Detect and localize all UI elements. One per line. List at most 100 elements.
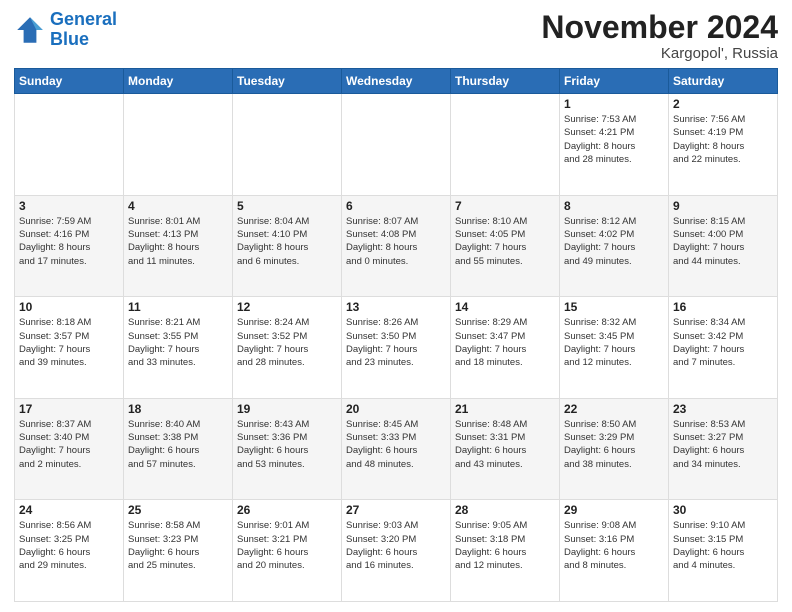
day-number: 9 (673, 199, 773, 213)
calendar-cell: 8 Sunrise: 8:12 AMSunset: 4:02 PMDaylight… (560, 195, 669, 297)
day-info: Sunrise: 9:05 AMSunset: 3:18 PMDaylight:… (455, 519, 555, 572)
day-info: Sunrise: 8:18 AMSunset: 3:57 PMDaylight:… (19, 316, 119, 369)
day-number: 1 (564, 97, 664, 111)
weekday-row: Sunday Monday Tuesday Wednesday Thursday… (15, 69, 778, 94)
calendar-cell: 17 Sunrise: 8:37 AMSunset: 3:40 PMDayligh… (15, 398, 124, 500)
day-number: 15 (564, 300, 664, 314)
calendar-cell: 4 Sunrise: 8:01 AMSunset: 4:13 PMDaylight… (124, 195, 233, 297)
calendar-cell: 25 Sunrise: 8:58 AMSunset: 3:23 PMDayligh… (124, 500, 233, 602)
day-info: Sunrise: 8:04 AMSunset: 4:10 PMDaylight:… (237, 215, 337, 268)
calendar-cell: 27 Sunrise: 9:03 AMSunset: 3:20 PMDayligh… (342, 500, 451, 602)
day-info: Sunrise: 8:12 AMSunset: 4:02 PMDaylight:… (564, 215, 664, 268)
day-number: 30 (673, 503, 773, 517)
calendar-header: Sunday Monday Tuesday Wednesday Thursday… (15, 69, 778, 94)
day-info: Sunrise: 8:58 AMSunset: 3:23 PMDaylight:… (128, 519, 228, 572)
day-info: Sunrise: 8:01 AMSunset: 4:13 PMDaylight:… (128, 215, 228, 268)
day-number: 6 (346, 199, 446, 213)
calendar-cell: 2Sunrise: 7:56 AMSunset: 4:19 PMDaylight… (669, 94, 778, 196)
calendar-body: 1Sunrise: 7:53 AMSunset: 4:21 PMDaylight… (15, 94, 778, 602)
day-info: Sunrise: 8:56 AMSunset: 3:25 PMDaylight:… (19, 519, 119, 572)
day-info: Sunrise: 9:08 AMSunset: 3:16 PMDaylight:… (564, 519, 664, 572)
calendar-cell: 29 Sunrise: 9:08 AMSunset: 3:16 PMDayligh… (560, 500, 669, 602)
logo-line2: Blue (50, 29, 89, 49)
calendar-cell: 10 Sunrise: 8:18 AMSunset: 3:57 PMDayligh… (15, 297, 124, 399)
calendar-cell: 6 Sunrise: 8:07 AMSunset: 4:08 PMDaylight… (342, 195, 451, 297)
calendar-cell: 30 Sunrise: 9:10 AMSunset: 3:15 PMDayligh… (669, 500, 778, 602)
calendar-cell: 23 Sunrise: 8:53 AMSunset: 3:27 PMDayligh… (669, 398, 778, 500)
calendar-table: Sunday Monday Tuesday Wednesday Thursday… (14, 68, 778, 602)
calendar-cell (233, 94, 342, 196)
col-wednesday: Wednesday (342, 69, 451, 94)
col-saturday: Saturday (669, 69, 778, 94)
day-info: Sunrise: 8:29 AMSunset: 3:47 PMDaylight:… (455, 316, 555, 369)
day-number: 11 (128, 300, 228, 314)
day-number: 25 (128, 503, 228, 517)
logo-text: General Blue (50, 10, 117, 50)
day-number: 14 (455, 300, 555, 314)
day-info: Sunrise: 8:26 AMSunset: 3:50 PMDaylight:… (346, 316, 446, 369)
page: General Blue November 2024 Kargopol', Ru… (0, 0, 792, 612)
day-number: 23 (673, 402, 773, 416)
calendar-cell: 1Sunrise: 7:53 AMSunset: 4:21 PMDaylight… (560, 94, 669, 196)
day-number: 22 (564, 402, 664, 416)
day-number: 8 (564, 199, 664, 213)
col-monday: Monday (124, 69, 233, 94)
day-info: Sunrise: 8:40 AMSunset: 3:38 PMDaylight:… (128, 418, 228, 471)
calendar-cell: 18 Sunrise: 8:40 AMSunset: 3:38 PMDayligh… (124, 398, 233, 500)
day-info: Sunrise: 9:10 AMSunset: 3:15 PMDaylight:… (673, 519, 773, 572)
day-number: 24 (19, 503, 119, 517)
day-info: Sunrise: 8:53 AMSunset: 3:27 PMDaylight:… (673, 418, 773, 471)
calendar-cell: 19 Sunrise: 8:43 AMSunset: 3:36 PMDayligh… (233, 398, 342, 500)
day-info: Sunrise: 8:07 AMSunset: 4:08 PMDaylight:… (346, 215, 446, 268)
day-number: 10 (19, 300, 119, 314)
day-info: Sunrise: 8:15 AMSunset: 4:00 PMDaylight:… (673, 215, 773, 268)
calendar-cell: 5Sunrise: 8:04 AMSunset: 4:10 PMDaylight… (233, 195, 342, 297)
col-tuesday: Tuesday (233, 69, 342, 94)
calendar-cell: 7Sunrise: 8:10 AMSunset: 4:05 PMDaylight… (451, 195, 560, 297)
calendar-cell: 16Sunrise: 8:34 AMSunset: 3:42 PMDayligh… (669, 297, 778, 399)
calendar-cell: 9 Sunrise: 8:15 AMSunset: 4:00 PMDaylight… (669, 195, 778, 297)
header: General Blue November 2024 Kargopol', Ru… (14, 10, 778, 62)
week-row-0: 1Sunrise: 7:53 AMSunset: 4:21 PMDaylight… (15, 94, 778, 196)
day-number: 12 (237, 300, 337, 314)
day-number: 18 (128, 402, 228, 416)
day-number: 4 (128, 199, 228, 213)
calendar-cell: 15 Sunrise: 8:32 AMSunset: 3:45 PMDayligh… (560, 297, 669, 399)
day-info: Sunrise: 8:50 AMSunset: 3:29 PMDaylight:… (564, 418, 664, 471)
calendar-cell: 24 Sunrise: 8:56 AMSunset: 3:25 PMDayligh… (15, 500, 124, 602)
day-number: 17 (19, 402, 119, 416)
calendar-cell: 3 Sunrise: 7:59 AMSunset: 4:16 PMDaylight… (15, 195, 124, 297)
col-friday: Friday (560, 69, 669, 94)
logo: General Blue (14, 10, 117, 50)
day-info: Sunrise: 7:59 AMSunset: 4:16 PMDaylight:… (19, 215, 119, 268)
calendar-cell (342, 94, 451, 196)
col-thursday: Thursday (451, 69, 560, 94)
day-number: 29 (564, 503, 664, 517)
day-info: Sunrise: 8:32 AMSunset: 3:45 PMDaylight:… (564, 316, 664, 369)
day-info: Sunrise: 8:48 AMSunset: 3:31 PMDaylight:… (455, 418, 555, 471)
day-number: 26 (237, 503, 337, 517)
day-info: Sunrise: 8:43 AMSunset: 3:36 PMDaylight:… (237, 418, 337, 471)
week-row-3: 17 Sunrise: 8:37 AMSunset: 3:40 PMDayligh… (15, 398, 778, 500)
day-number: 19 (237, 402, 337, 416)
day-info: Sunrise: 8:24 AMSunset: 3:52 PMDaylight:… (237, 316, 337, 369)
calendar-cell: 20 Sunrise: 8:45 AMSunset: 3:33 PMDayligh… (342, 398, 451, 500)
day-number: 28 (455, 503, 555, 517)
day-number: 20 (346, 402, 446, 416)
day-number: 21 (455, 402, 555, 416)
day-info: Sunrise: 8:21 AMSunset: 3:55 PMDaylight:… (128, 316, 228, 369)
day-info: Sunrise: 8:37 AMSunset: 3:40 PMDaylight:… (19, 418, 119, 471)
day-number: 27 (346, 503, 446, 517)
calendar-cell: 14 Sunrise: 8:29 AMSunset: 3:47 PMDayligh… (451, 297, 560, 399)
day-info: Sunrise: 8:45 AMSunset: 3:33 PMDaylight:… (346, 418, 446, 471)
calendar-cell: 26Sunrise: 9:01 AMSunset: 3:21 PMDayligh… (233, 500, 342, 602)
logo-line1: General (50, 9, 117, 29)
calendar-cell: 22 Sunrise: 8:50 AMSunset: 3:29 PMDayligh… (560, 398, 669, 500)
location-subtitle: Kargopol', Russia (541, 45, 778, 62)
week-row-4: 24 Sunrise: 8:56 AMSunset: 3:25 PMDayligh… (15, 500, 778, 602)
week-row-1: 3 Sunrise: 7:59 AMSunset: 4:16 PMDaylight… (15, 195, 778, 297)
calendar-cell: 13Sunrise: 8:26 AMSunset: 3:50 PMDayligh… (342, 297, 451, 399)
day-info: Sunrise: 9:03 AMSunset: 3:20 PMDaylight:… (346, 519, 446, 572)
day-info: Sunrise: 8:10 AMSunset: 4:05 PMDaylight:… (455, 215, 555, 268)
day-number: 3 (19, 199, 119, 213)
